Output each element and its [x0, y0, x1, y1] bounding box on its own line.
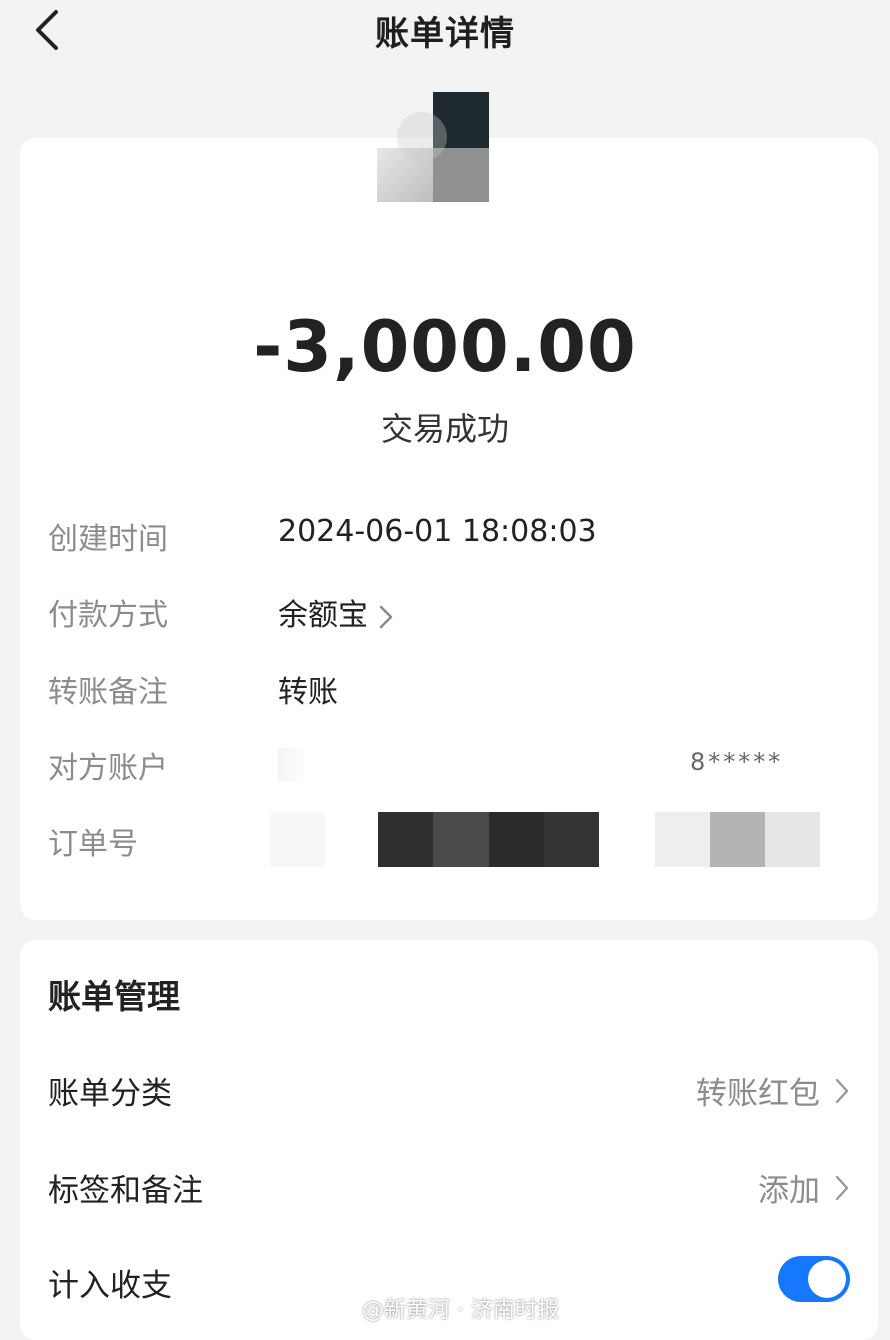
weibo-icon — [330, 1299, 354, 1318]
detail-value-created-time: 2024-06-01 18:08:03 — [278, 514, 597, 549]
section-title-bill-management: 账单管理 — [48, 977, 180, 1016]
payment-method-link[interactable]: 余额宝 — [278, 590, 394, 634]
include-in-stats-toggle[interactable] — [778, 1256, 850, 1302]
chevron-right-icon — [835, 1175, 849, 1200]
tags-notes-label: 标签和备注 — [48, 1173, 203, 1209]
transaction-status: 交易成功 — [380, 410, 509, 448]
redacted-counterparty-name — [278, 748, 308, 782]
chevron-right-icon — [379, 605, 393, 628]
avatar — [377, 92, 489, 202]
detail-label-payment-method: 付款方式 — [48, 598, 168, 633]
detail-label-transfer-note: 转账备注 — [48, 675, 168, 710]
watermark-text: @新黄河 · 济南时报 — [362, 1298, 559, 1323]
transaction-amount: -3,000.00 — [253, 306, 637, 388]
bill-category-selector[interactable]: 转账红包 — [696, 1068, 850, 1113]
detail-label-order-number: 订单号 — [48, 827, 138, 862]
watermark: @新黄河 · 济南时报 — [330, 1292, 559, 1324]
bill-category-label: 账单分类 — [48, 1076, 172, 1112]
page-title: 账单详情 — [375, 14, 515, 54]
bill-category-value: 转账红包 — [696, 1076, 820, 1112]
detail-label-created-time: 创建时间 — [48, 522, 168, 557]
detail-value-payment-method: 余额宝 — [278, 598, 368, 633]
tags-notes-value: 添加 — [758, 1173, 820, 1209]
tags-notes-add-button[interactable]: 添加 — [758, 1165, 850, 1210]
top-bar: 账单详情 — [0, 0, 890, 70]
detail-value-counterparty: 8***** — [690, 748, 784, 776]
include-in-stats-label: 计入收支 — [48, 1268, 172, 1304]
detail-value-transfer-note: 转账 — [278, 675, 338, 710]
chevron-right-icon — [835, 1078, 849, 1103]
detail-label-counterparty: 对方账户 — [48, 751, 168, 786]
toggle-knob — [808, 1260, 846, 1298]
